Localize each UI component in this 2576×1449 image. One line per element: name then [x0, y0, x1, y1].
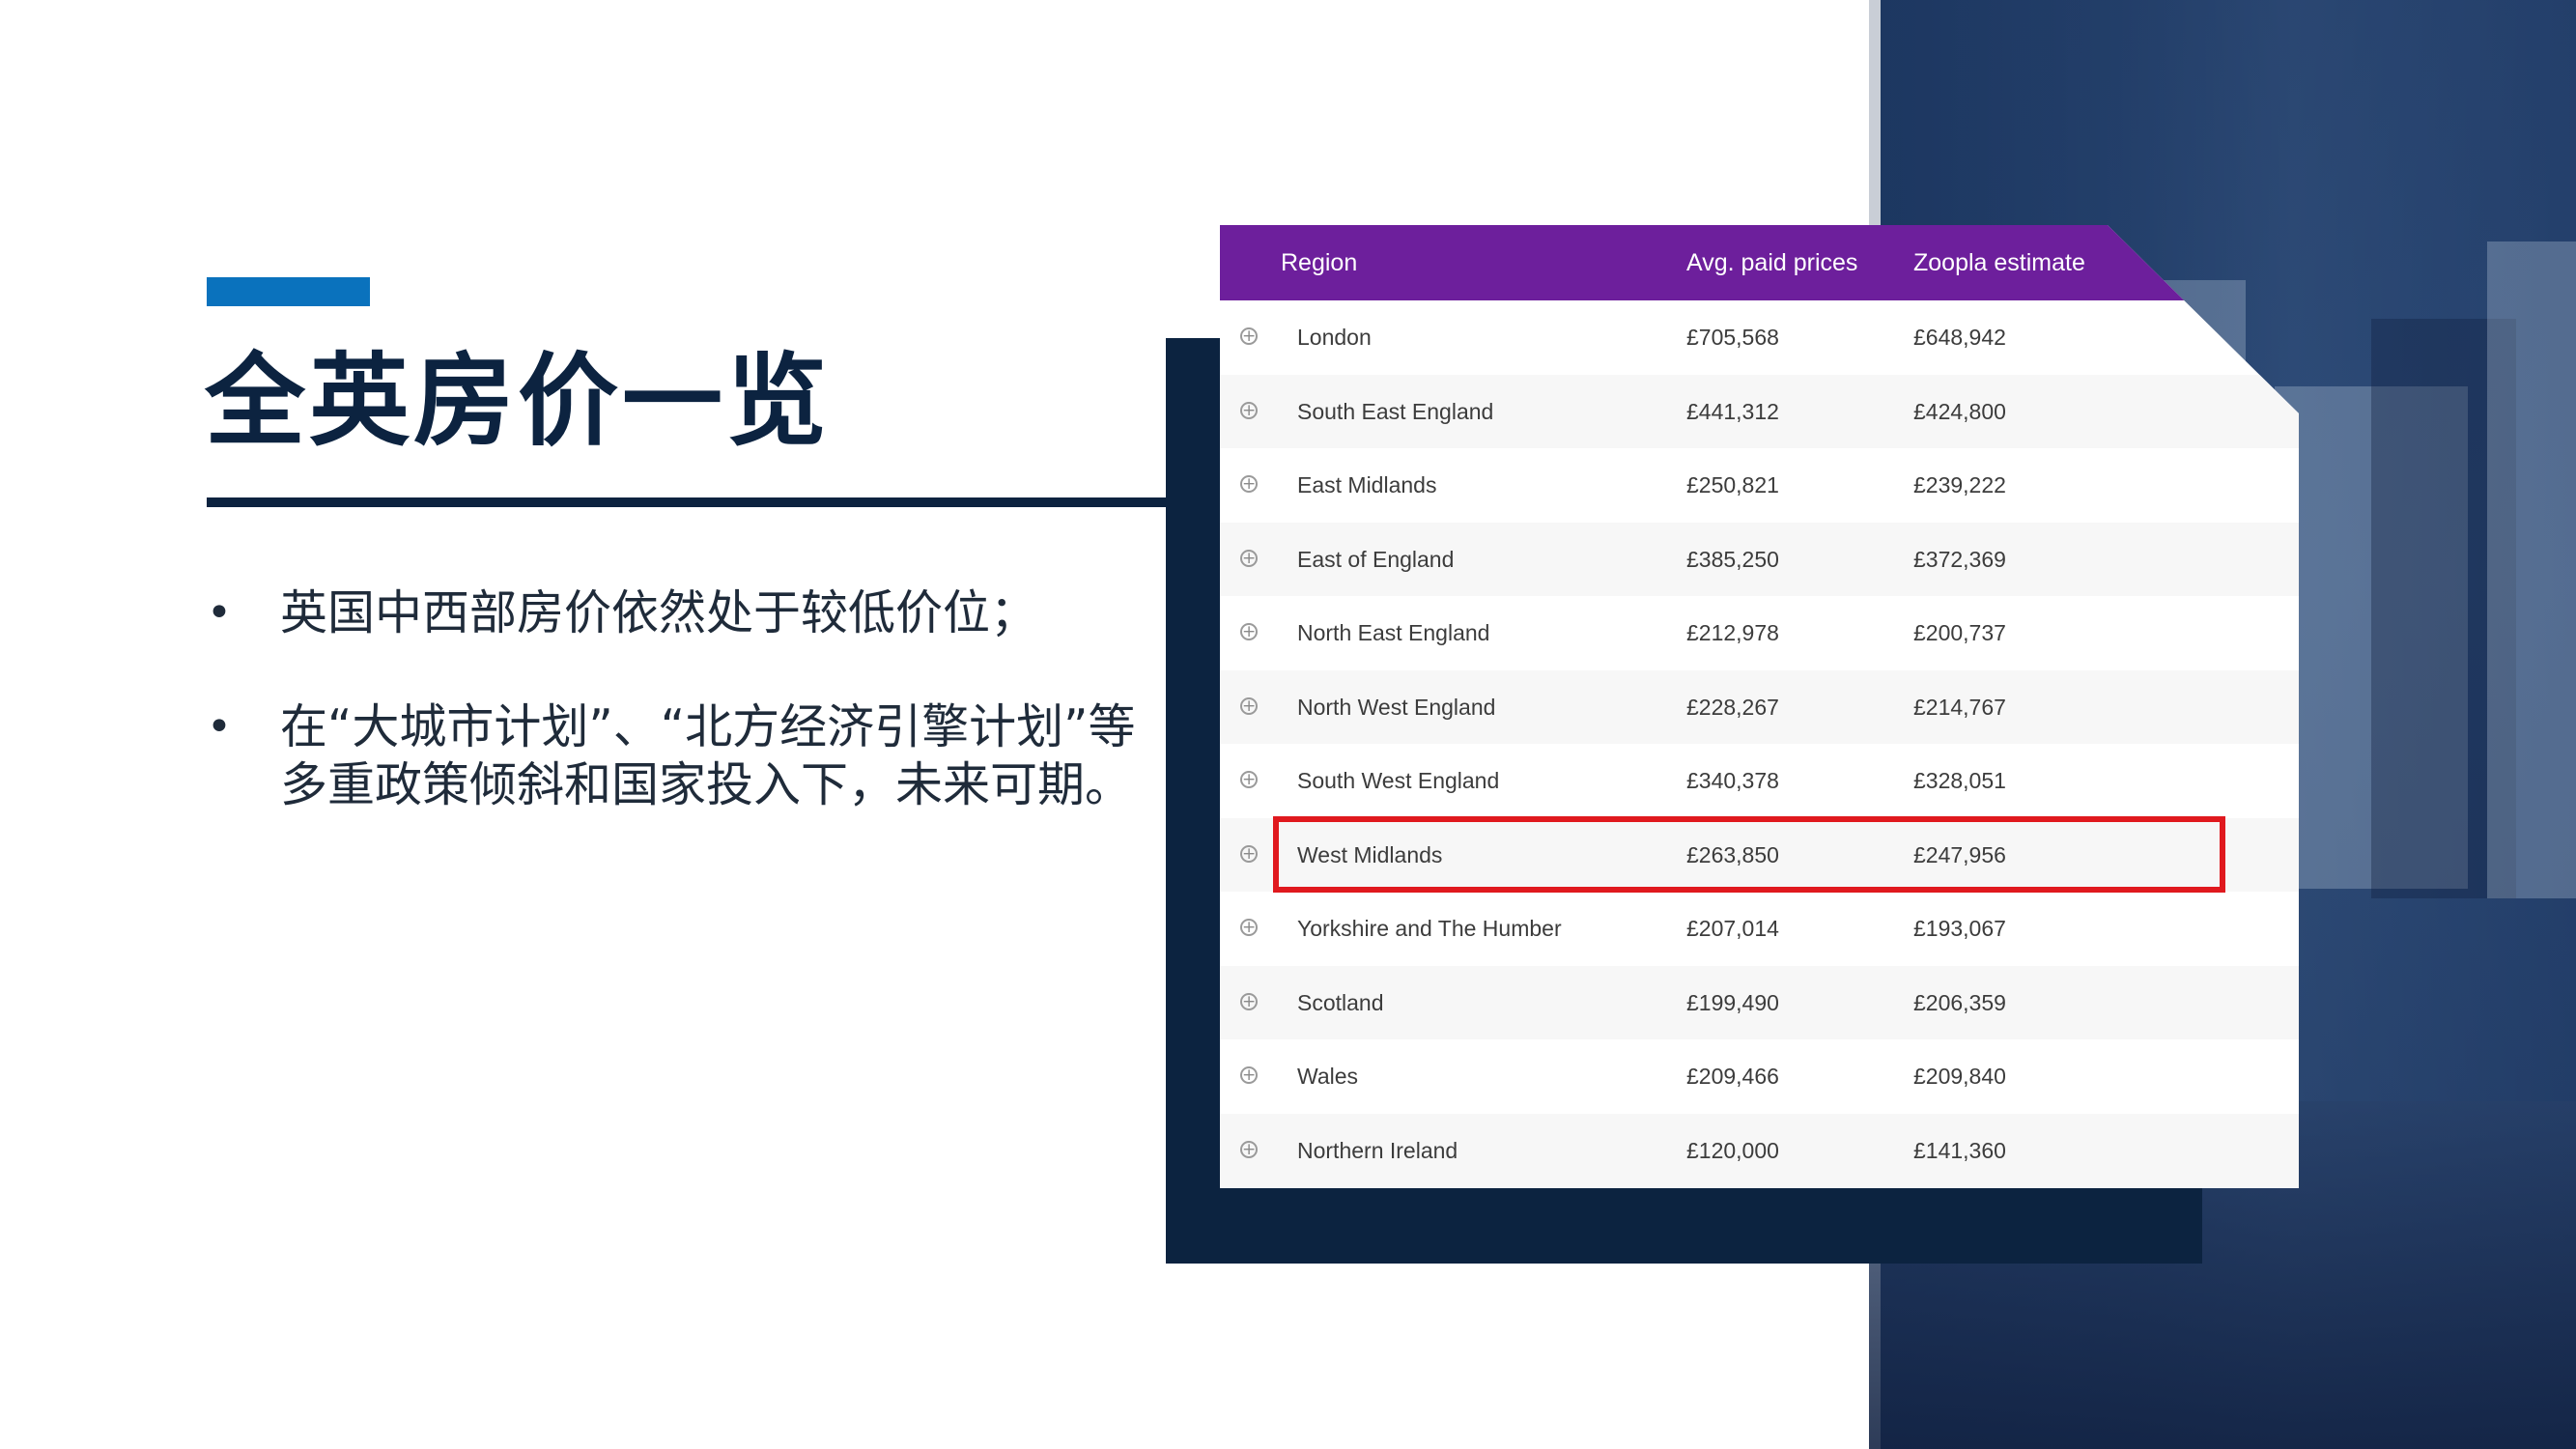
- cell-estimate: £372,369: [1913, 546, 2006, 572]
- cell-avg-price: £441,312: [1686, 398, 1779, 424]
- price-table: Region Avg. paid prices Zoopla estimate …: [1220, 225, 2299, 1188]
- cell-estimate: £209,840: [1913, 1064, 2006, 1089]
- cell-avg-price: £385,250: [1686, 546, 1779, 572]
- table-row[interactable]: + Wales £209,466 £209,840: [1220, 1039, 2299, 1114]
- expand-icon[interactable]: +: [1240, 549, 1258, 567]
- title-accent-bar: [207, 277, 370, 306]
- cell-region: East Midlands: [1297, 472, 1437, 497]
- cell-region: Northern Ireland: [1297, 1137, 1458, 1163]
- cell-estimate: £214,767: [1913, 694, 2006, 720]
- cell-avg-price: £212,978: [1686, 620, 1779, 645]
- bullet-dot: •: [207, 588, 232, 638]
- expand-icon[interactable]: +: [1240, 475, 1258, 493]
- cell-estimate: £328,051: [1913, 768, 2006, 793]
- expand-icon[interactable]: +: [1240, 327, 1258, 345]
- expand-icon[interactable]: +: [1240, 623, 1258, 640]
- bullet-dot: •: [207, 702, 232, 752]
- building-silhouette: [2487, 242, 2576, 898]
- cell-estimate: £206,359: [1913, 989, 2006, 1015]
- cell-avg-price: £340,378: [1686, 768, 1779, 793]
- table-row[interactable]: + South West England £340,378 £328,051: [1220, 744, 2299, 818]
- header-zoopla-estimate[interactable]: Zoopla estimate: [1913, 225, 2085, 300]
- cell-estimate: £239,222: [1913, 472, 2006, 497]
- cell-region: Yorkshire and The Humber: [1297, 916, 1562, 941]
- cell-estimate: £141,360: [1913, 1137, 2006, 1163]
- highlight-box-west-midlands: [1273, 816, 2225, 893]
- table-row[interactable]: + North West England £228,267 £214,767: [1220, 669, 2299, 744]
- page-title: 全英房价一览: [205, 342, 832, 460]
- expand-icon[interactable]: +: [1240, 1066, 1258, 1084]
- cell-estimate: £424,800: [1913, 398, 2006, 424]
- expand-icon[interactable]: +: [1240, 771, 1258, 788]
- bullet-item: • 在“大城市计划”、“北方经济引擎计划”等多重政策倾斜和国家投入下，未来可期。: [203, 698, 1159, 814]
- table-row[interactable]: + London £705,568 £648,942: [1220, 300, 2299, 375]
- expand-icon[interactable]: +: [1240, 919, 1258, 936]
- expand-icon[interactable]: +: [1240, 1140, 1258, 1158]
- cell-avg-price: £209,466: [1686, 1064, 1779, 1089]
- cell-estimate: £193,067: [1913, 916, 2006, 941]
- cell-estimate: £648,942: [1913, 325, 2006, 350]
- expand-icon[interactable]: +: [1240, 844, 1258, 863]
- table-row[interactable]: + South East England £441,312 £424,800: [1220, 374, 2299, 448]
- header-avg-paid-prices[interactable]: Avg. paid prices: [1686, 225, 1857, 300]
- cell-estimate: £200,737: [1913, 620, 2006, 645]
- cell-avg-price: £705,568: [1686, 325, 1779, 350]
- bullet-text: 英国中西部房价依然处于较低价位；: [280, 585, 1038, 640]
- bullet-list: • 英国中西部房价依然处于较低价位； • 在“大城市计划”、“北方经济引擎计划”…: [203, 584, 1159, 870]
- table-row[interactable]: + Yorkshire and The Humber £207,014 £193…: [1220, 892, 2299, 966]
- cell-region: Scotland: [1297, 989, 1384, 1015]
- cell-avg-price: £250,821: [1686, 472, 1779, 497]
- cell-avg-price: £120,000: [1686, 1137, 1779, 1163]
- cell-avg-price: £228,267: [1686, 694, 1779, 720]
- table-row[interactable]: + East of England £385,250 £372,369: [1220, 522, 2299, 596]
- slide: 全英房价一览 • 英国中西部房价依然处于较低价位； • 在“大城市计划”、“北方…: [0, 0, 2576, 1449]
- expand-icon[interactable]: +: [1240, 696, 1258, 715]
- cell-region: South West England: [1297, 768, 1500, 793]
- cell-region: Wales: [1297, 1064, 1359, 1089]
- cell-avg-price: £207,014: [1686, 916, 1779, 941]
- cell-region: North West England: [1297, 694, 1496, 720]
- cell-region: East of England: [1297, 546, 1455, 572]
- cell-region: North East England: [1297, 620, 1490, 645]
- cell-region: London: [1297, 325, 1372, 350]
- bullet-item: • 英国中西部房价依然处于较低价位；: [203, 584, 1159, 642]
- expand-icon[interactable]: +: [1240, 401, 1258, 419]
- table-row[interactable]: + Northern Ireland £120,000 £141,360: [1220, 1113, 2299, 1187]
- header-region[interactable]: Region: [1281, 225, 1357, 300]
- bullet-text: 在“大城市计划”、“北方经济引擎计划”等多重政策倾斜和国家投入下，未来可期。: [280, 699, 1136, 812]
- table-row[interactable]: + Scotland £199,490 £206,359: [1220, 965, 2299, 1039]
- table-row[interactable]: + North East England £212,978 £200,737: [1220, 596, 2299, 670]
- cell-region: South East England: [1297, 398, 1494, 424]
- expand-icon[interactable]: +: [1240, 992, 1258, 1010]
- title-underline: [207, 497, 1166, 507]
- table-row[interactable]: + East Midlands £250,821 £239,222: [1220, 448, 2299, 523]
- cell-avg-price: £199,490: [1686, 989, 1779, 1015]
